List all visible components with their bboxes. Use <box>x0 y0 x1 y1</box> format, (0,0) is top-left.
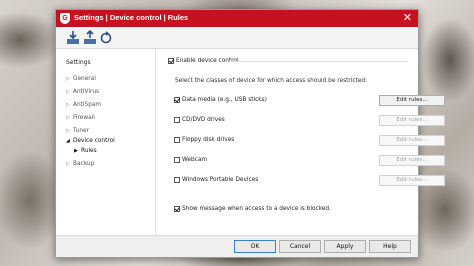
cancel-button[interactable]: Cancel <box>279 240 321 253</box>
settings-nav: Settings ▷ General ▷ AntiVirus ▷ AntiSpam ▷… <box>56 49 156 235</box>
sidebar-item-label: Tuner <box>73 128 89 134</box>
chevron-right-icon[interactable]: ▶ <box>74 148 81 154</box>
apply-button[interactable]: Apply <box>324 240 366 253</box>
chevron-right-icon[interactable]: ▷ <box>66 76 73 82</box>
nav-heading: Settings <box>66 59 91 66</box>
settings-dialog: G Settings | Device control | Rules ✕ Se… <box>55 9 445 258</box>
cd-dvd-checkbox[interactable] <box>174 117 180 123</box>
device-row-cd-dvd[interactable]: CD/DVD drives <box>174 117 225 124</box>
show-message-checkbox[interactable] <box>174 206 180 212</box>
rules-panel: Enable device control Select the classes… <box>157 49 445 235</box>
toolbar <box>56 27 418 49</box>
sidebar-item-antispam[interactable]: ▷ AntiSpam <box>66 102 101 108</box>
floppy-checkbox[interactable] <box>174 137 180 143</box>
webcam-checkbox[interactable] <box>174 157 180 163</box>
sidebar-item-label: AntiSpam <box>73 102 102 108</box>
device-label: Data media (e.g., USB sticks) <box>182 97 267 103</box>
device-row-webcam[interactable]: Webcam <box>174 157 207 164</box>
edit-rules-wpd-button: Edit rules... <box>379 175 445 186</box>
chevron-right-icon[interactable]: ▷ <box>66 161 73 167</box>
sidebar-item-label: AntiVirus <box>73 89 100 95</box>
sidebar-item-label: Device control <box>73 138 115 144</box>
device-row-wpd[interactable]: Windows Portable Devices <box>174 177 258 184</box>
title-bar[interactable]: G Settings | Device control | Rules ✕ <box>56 10 418 27</box>
device-row-floppy[interactable]: Floppy disk drives <box>174 137 234 144</box>
close-icon[interactable]: ✕ <box>403 11 412 25</box>
sidebar-item-label: Firewall <box>73 115 95 121</box>
sidebar-item-general[interactable]: ▷ General <box>66 76 96 82</box>
window-title: Settings | Device control | Rules <box>74 13 189 22</box>
enable-device-control-checkbox[interactable] <box>168 58 174 64</box>
enable-device-control-row[interactable]: Enable device control <box>168 58 239 65</box>
export-icon[interactable] <box>83 29 97 45</box>
sidebar-item-backup[interactable]: ▷ Backup <box>66 161 94 167</box>
edit-rules-cd-dvd-button: Edit rules... <box>379 115 445 126</box>
device-label: Windows Portable Devices <box>182 177 259 183</box>
sidebar-item-tuner[interactable]: ▷ Tuner <box>66 128 89 134</box>
sidebar-item-label: General <box>73 76 96 82</box>
edit-rules-floppy-button: Edit rules... <box>379 135 445 146</box>
edit-rules-data-media-button[interactable]: Edit rules... <box>379 95 445 106</box>
reset-icon[interactable] <box>99 30 113 45</box>
show-message-label: Show message when access to a device is … <box>182 206 331 212</box>
chevron-right-icon[interactable]: ▷ <box>66 115 73 121</box>
sidebar-item-antivirus[interactable]: ▷ AntiVirus <box>66 89 99 95</box>
sidebar-item-label: Rules <box>81 148 97 154</box>
group-divider <box>229 61 407 62</box>
sidebar-item-rules[interactable]: ▶ Rules <box>74 148 97 154</box>
device-row-data-media[interactable]: Data media (e.g., USB sticks) <box>174 97 267 104</box>
device-label: Webcam <box>182 157 208 163</box>
sidebar-item-firewall[interactable]: ▷ Firewall <box>66 115 95 121</box>
ok-button[interactable]: OK <box>234 240 276 253</box>
show-message-row[interactable]: Show message when access to a device is … <box>174 206 331 213</box>
chevron-down-icon[interactable]: ◢ <box>66 138 73 144</box>
dialog-footer: OK Cancel Apply Help <box>56 235 418 257</box>
data-media-checkbox[interactable] <box>174 97 180 103</box>
sidebar-item-label: Backup <box>73 161 95 167</box>
chevron-right-icon[interactable]: ▷ <box>66 89 73 95</box>
device-label: CD/DVD drives <box>182 117 225 123</box>
instructions-text: Select the classes of device for which a… <box>175 78 368 84</box>
import-icon[interactable] <box>66 30 80 45</box>
chevron-right-icon[interactable]: ▷ <box>66 102 73 108</box>
sidebar-item-device-control[interactable]: ◢ Device control <box>66 138 115 144</box>
wpd-checkbox[interactable] <box>174 177 180 183</box>
help-button[interactable]: Help <box>369 240 411 253</box>
gdata-logo-icon: G <box>60 13 70 24</box>
device-label: Floppy disk drives <box>182 137 235 143</box>
edit-rules-webcam-button: Edit rules... <box>379 155 445 166</box>
chevron-right-icon[interactable]: ▷ <box>66 128 73 134</box>
